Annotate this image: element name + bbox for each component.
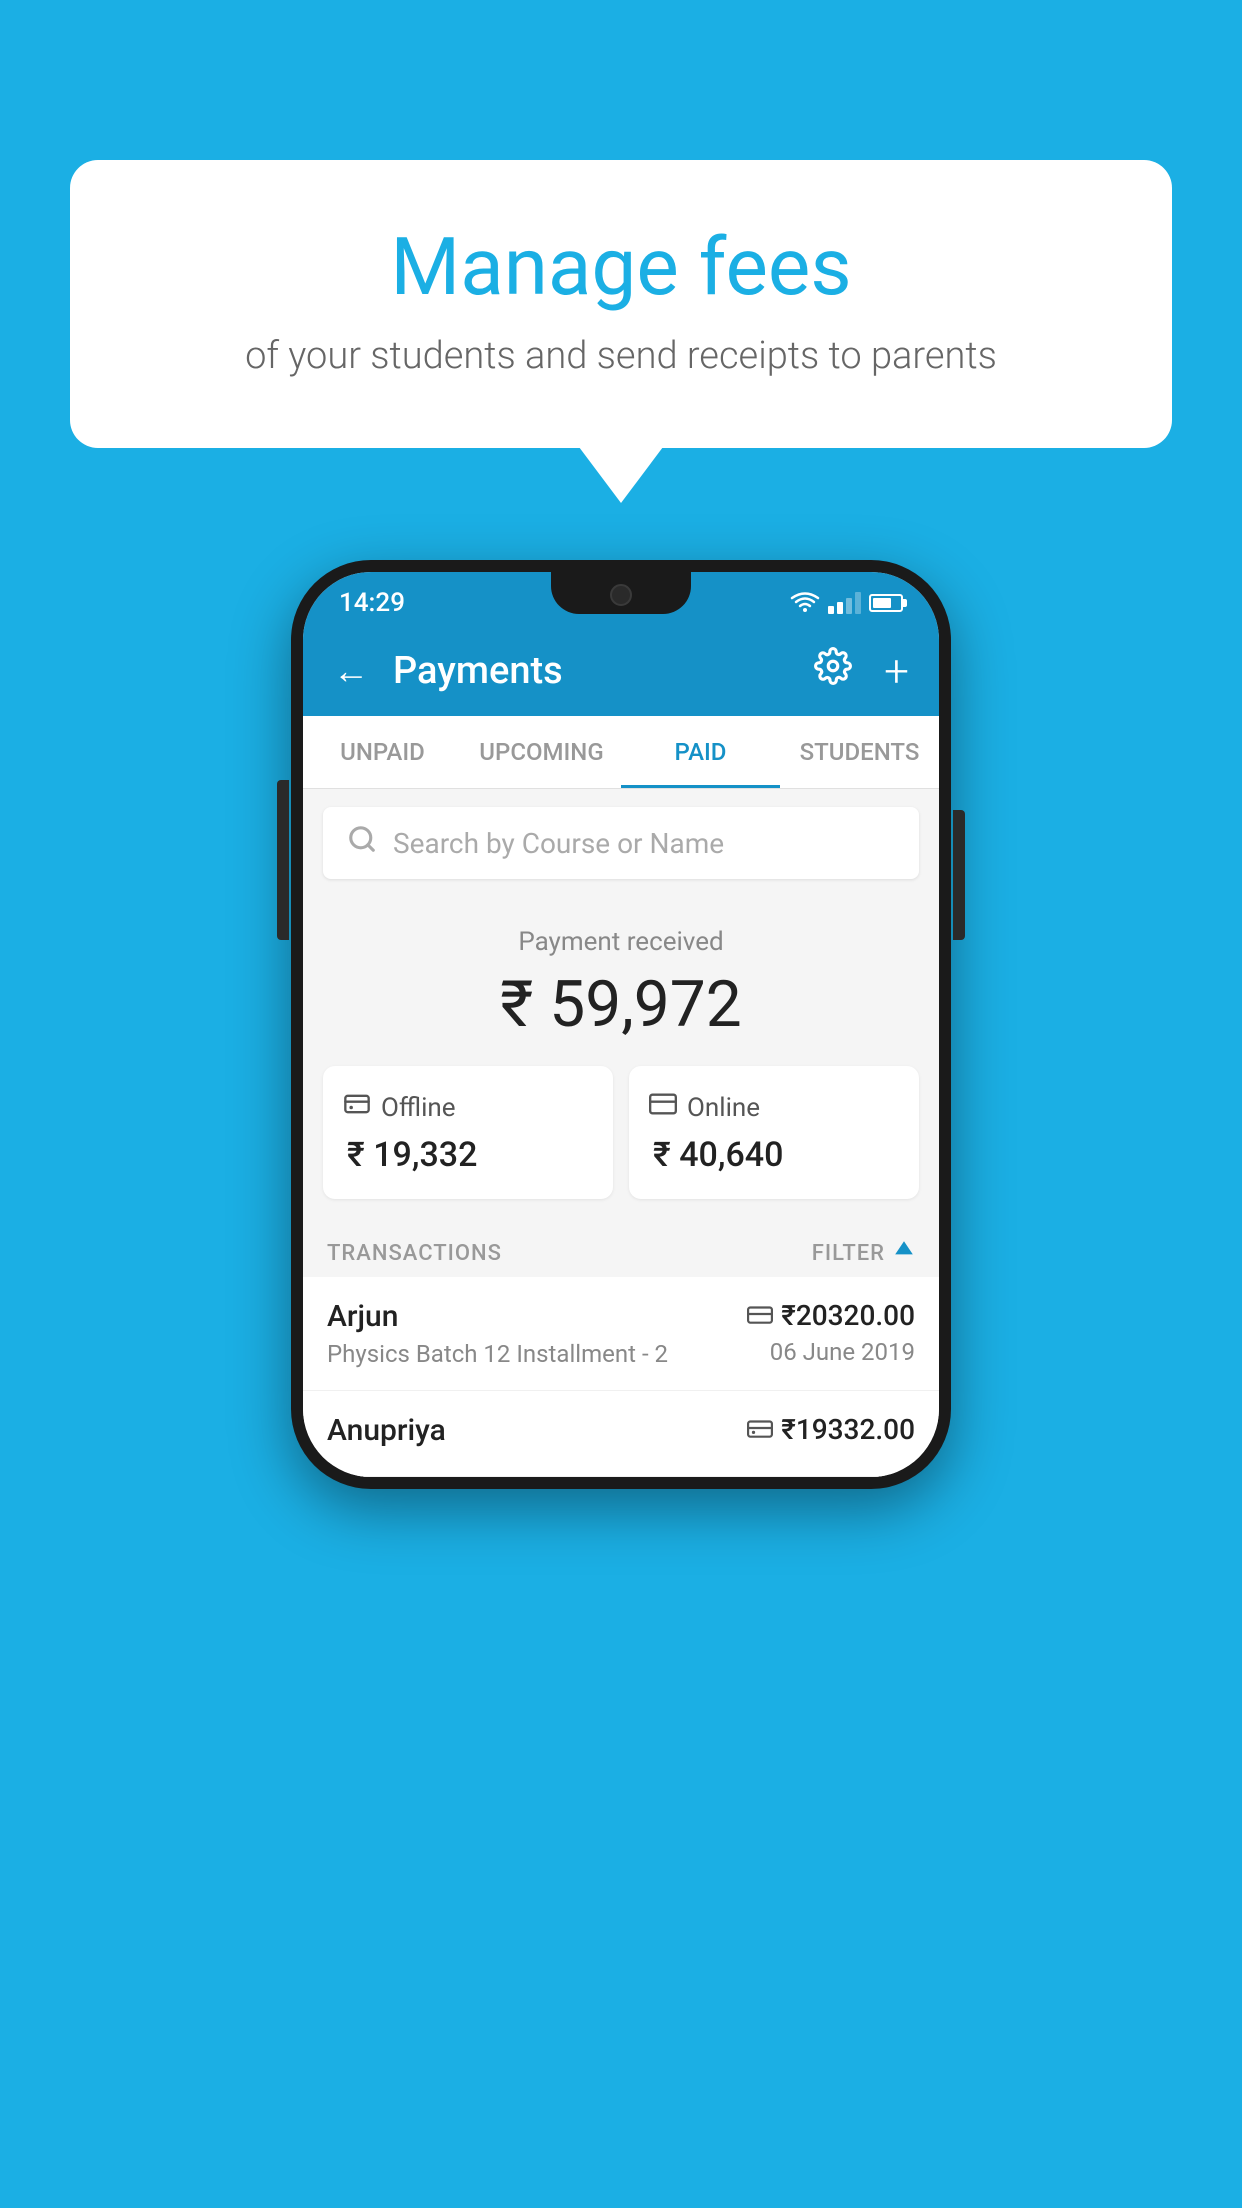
signal-bars	[828, 592, 861, 614]
bubble-title: Manage fees	[150, 220, 1092, 314]
wifi-icon	[790, 592, 820, 614]
transaction-left: Arjun Physics Batch 12 Installment - 2	[327, 1299, 747, 1368]
amount-row: ₹20320.00	[747, 1299, 915, 1332]
phone-mockup: 14:29	[291, 560, 951, 1489]
tab-paid[interactable]: PAID	[621, 716, 780, 788]
online-label: Online	[687, 1093, 760, 1123]
back-button[interactable]: ←	[333, 650, 369, 692]
payment-type-icon	[747, 1301, 773, 1331]
payment-cards: Offline ₹ 19,332	[323, 1066, 919, 1199]
amount-row: ₹19332.00	[747, 1413, 915, 1446]
volume-up-button	[277, 780, 289, 850]
filter-label: FILTER	[812, 1241, 885, 1266]
header-right: +	[814, 645, 909, 697]
tab-unpaid[interactable]: UNPAID	[303, 716, 462, 788]
transaction-course: Physics Batch 12 Installment - 2	[327, 1340, 747, 1368]
app-header: ← Payments +	[303, 626, 939, 716]
online-amount: ₹ 40,640	[649, 1135, 899, 1175]
offline-card: Offline ₹ 19,332	[323, 1066, 613, 1199]
phone-outer: 14:29	[291, 560, 951, 1489]
search-icon	[347, 824, 377, 862]
payment-received-amount: ₹ 59,972	[323, 967, 919, 1042]
offline-amount: ₹ 19,332	[343, 1135, 593, 1175]
offline-label: Offline	[381, 1093, 456, 1123]
battery-icon	[869, 594, 903, 612]
online-card-header: Online	[649, 1090, 899, 1125]
tabs-container: UNPAID UPCOMING PAID STUDENTS	[303, 716, 939, 789]
payment-type-icon	[747, 1415, 773, 1445]
settings-icon[interactable]	[814, 647, 852, 695]
transaction-name: Arjun	[327, 1299, 747, 1334]
bubble-subtitle: of your students and send receipts to pa…	[150, 334, 1092, 378]
front-camera	[610, 584, 632, 606]
speech-bubble: Manage fees of your students and send re…	[70, 160, 1172, 448]
transactions-label: TRANSACTIONS	[327, 1241, 502, 1266]
transaction-right: ₹20320.00 06 June 2019	[747, 1299, 915, 1366]
header-title: Payments	[393, 649, 563, 693]
transaction-name: Anupriya	[327, 1413, 747, 1448]
filter-container[interactable]: FILTER	[812, 1239, 915, 1267]
transaction-left: Anupriya	[327, 1413, 747, 1454]
search-placeholder: Search by Course or Name	[393, 827, 724, 860]
offline-icon	[343, 1090, 371, 1125]
table-row[interactable]: Arjun Physics Batch 12 Installment - 2	[303, 1277, 939, 1391]
search-box[interactable]: Search by Course or Name	[323, 807, 919, 879]
phone-screen: 14:29	[303, 572, 939, 1477]
transactions-list: Arjun Physics Batch 12 Installment - 2	[303, 1277, 939, 1477]
tab-students[interactable]: STUDENTS	[780, 716, 939, 788]
search-container: Search by Course or Name	[303, 789, 939, 897]
offline-card-header: Offline	[343, 1090, 593, 1125]
transaction-date: 06 June 2019	[770, 1338, 915, 1366]
table-row[interactable]: Anupriya	[303, 1391, 939, 1477]
power-button	[953, 820, 965, 940]
volume-down-button	[277, 870, 289, 940]
payment-received-section: Payment received ₹ 59,972	[303, 897, 939, 1219]
add-button[interactable]: +	[884, 645, 909, 697]
status-icons	[790, 592, 903, 614]
tab-upcoming[interactable]: UPCOMING	[462, 716, 621, 788]
transaction-amount: ₹19332.00	[781, 1413, 915, 1446]
transactions-header: TRANSACTIONS FILTER	[303, 1219, 939, 1277]
payment-received-label: Payment received	[323, 927, 919, 957]
transaction-right: ₹19332.00	[747, 1413, 915, 1446]
header-left: ← Payments	[333, 649, 563, 693]
online-card: Online ₹ 40,640	[629, 1066, 919, 1199]
phone-notch	[551, 572, 691, 614]
online-icon	[649, 1090, 677, 1125]
filter-icon	[893, 1239, 915, 1267]
speech-bubble-container: Manage fees of your students and send re…	[70, 160, 1172, 448]
status-time: 14:29	[339, 588, 405, 618]
transaction-amount: ₹20320.00	[781, 1299, 915, 1332]
